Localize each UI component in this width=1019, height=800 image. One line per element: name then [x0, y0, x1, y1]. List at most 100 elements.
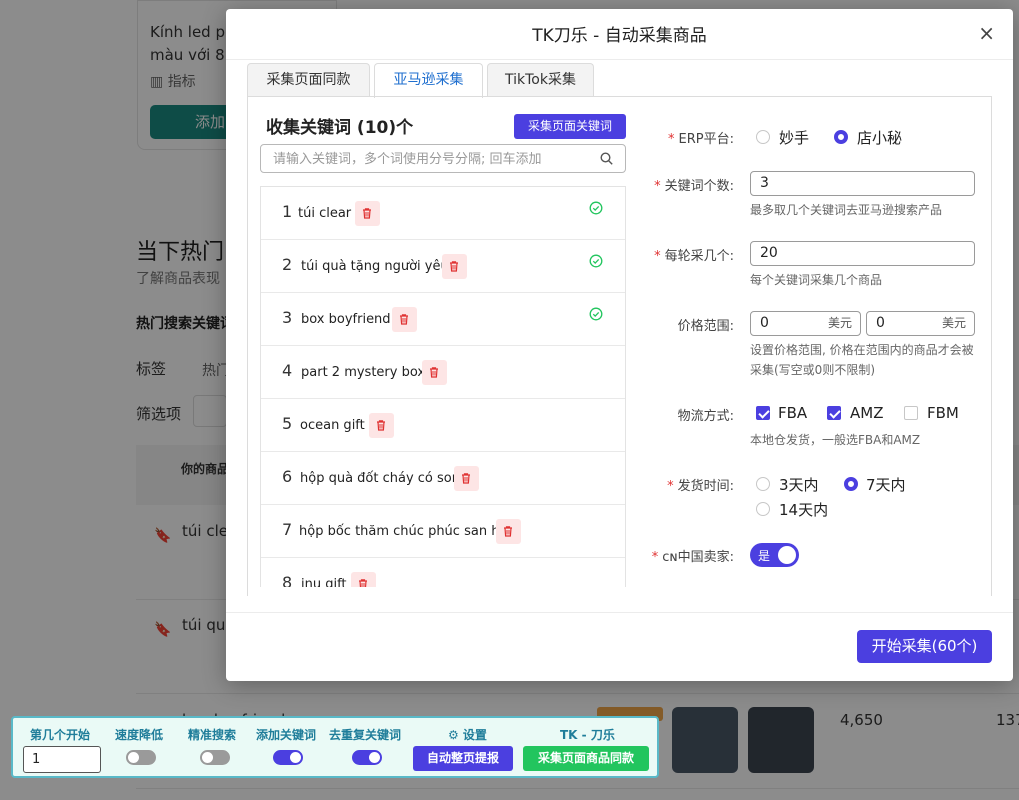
per-round-input[interactable]: 20 — [750, 241, 975, 266]
fba-checkbox[interactable] — [756, 406, 770, 420]
ship-radio-3d[interactable] — [756, 477, 770, 491]
amz-checkbox[interactable] — [827, 406, 841, 420]
ship-time-label: * 发货时间: — [667, 479, 734, 494]
keyword-text: hộp bốc thăm chúc phúc san hô — [299, 524, 508, 539]
price-max-input[interactable]: 0 美元 — [866, 311, 975, 336]
start-index-label: 第几个开始 — [30, 728, 91, 742]
erp-option-dianxiaomi[interactable]: 店小秘 — [857, 127, 902, 148]
divider — [226, 59, 1013, 60]
close-icon[interactable]: × — [978, 21, 995, 45]
check-circle-icon — [589, 201, 603, 215]
erp-radio-dianxiaomi[interactable] — [834, 130, 848, 144]
keyword-text: túi quà tặng người yêu — [301, 259, 449, 274]
tab-tiktok[interactable]: TikTok采集 — [487, 63, 594, 97]
ship-option-3d[interactable]: 3天内 — [779, 474, 819, 495]
search-icon[interactable] — [600, 152, 613, 165]
keyword-item: 5 ocean gift — [261, 399, 625, 452]
keyword-count-label: * 关键词个数: — [654, 179, 734, 194]
tab-amazon[interactable]: 亚马逊采集 — [374, 63, 483, 98]
erp-radio-miaoshou[interactable] — [756, 130, 770, 144]
check-circle-icon — [589, 307, 603, 321]
price-max-value: 0 — [876, 315, 885, 331]
price-min-input[interactable]: 0 美元 — [750, 311, 861, 336]
price-range-label: 价格范围: — [677, 319, 734, 334]
keyword-text: ocean gift — [300, 418, 365, 433]
keyword-list: 1 túi clear 2 túi quà tặng người yêu 3 b… — [260, 186, 626, 587]
trash-icon[interactable] — [454, 466, 479, 491]
per-round-hint: 每个关键词采集几个商品 — [750, 273, 883, 287]
fba-label[interactable]: FBA — [778, 404, 807, 422]
keyword-number: 5 — [282, 414, 293, 433]
check-circle-icon — [589, 254, 603, 268]
modal-title: TK刀乐 - 自动采集商品 — [532, 26, 707, 46]
trash-icon[interactable] — [392, 307, 417, 332]
keyword-text: inu gift — [301, 577, 347, 587]
keyword-number: 3 — [282, 308, 293, 327]
keyword-item: 1 túi clear — [261, 187, 625, 240]
switch-knob — [778, 546, 796, 564]
trash-icon[interactable] — [442, 254, 467, 279]
trash-icon[interactable] — [355, 201, 380, 226]
dedup-keyword-toggle[interactable] — [352, 750, 382, 765]
keyword-item: 2 túi quà tặng người yêu — [261, 240, 625, 293]
erp-option-miaoshou[interactable]: 妙手 — [779, 127, 809, 148]
auto-submit-button[interactable]: 自动整页提报 — [413, 746, 513, 771]
logistics-label: 物流方式: — [677, 409, 734, 424]
keyword-item: 4 part 2 mystery box — [261, 346, 625, 399]
keyword-text: túi clear — [298, 206, 352, 221]
per-round-label: * 每轮采几个: — [654, 249, 734, 264]
ship-radio-14d[interactable] — [756, 502, 770, 516]
trash-icon[interactable] — [496, 519, 521, 544]
fbm-label[interactable]: FBM — [927, 404, 959, 422]
trash-icon[interactable] — [369, 413, 394, 438]
keyword-number: 2 — [282, 255, 293, 274]
dedup-keyword-label: 去重复关键词 — [329, 728, 402, 742]
logistics-hint: 本地仓发货，一般选FBA和AMZ — [750, 433, 921, 447]
keyword-number: 1 — [282, 202, 293, 221]
ship-radio-7d[interactable] — [844, 477, 858, 491]
price-min-value: 0 — [760, 315, 769, 331]
fbm-checkbox[interactable] — [904, 406, 918, 420]
cn-seller-label: * ᴄɴ中国卖家: — [651, 550, 734, 565]
precise-search-toggle[interactable] — [200, 750, 230, 765]
keyword-item: 3 box boyfriend — [261, 293, 625, 346]
keyword-text: hộp quà đốt cháy có son — [300, 471, 460, 486]
add-keyword-label: 添加关键词 — [256, 728, 317, 742]
collect-same-button[interactable]: 采集页面商品同款 — [523, 746, 649, 771]
plugin-toolbar: 第几个开始 1 速度降低 精准搜索 添加关键词 去重复关键词 ⚙ 设置 自动整页… — [11, 716, 659, 778]
start-collect-button[interactable]: 开始采集(60个) — [857, 630, 992, 663]
settings-label[interactable]: ⚙ 设置 — [448, 726, 487, 743]
trash-icon[interactable] — [422, 360, 447, 385]
keyword-item: 6 hộp quà đốt cháy có son — [261, 452, 625, 505]
add-keyword-toggle[interactable] — [273, 750, 303, 765]
keyword-item: 7 hộp bốc thăm chúc phúc san hô — [261, 505, 625, 558]
price-unit: 美元 — [827, 316, 852, 330]
switch-text: 是 — [758, 549, 771, 563]
keyword-number: 8 — [282, 573, 293, 587]
price-range-hint: 设置价格范围, 价格在范围内的商品才会被采集(写空或0则不限制) — [750, 343, 974, 377]
keyword-count-input[interactable]: 3 — [750, 171, 975, 196]
keyword-number: 7 — [282, 520, 293, 539]
cn-seller-switch[interactable]: 是 — [750, 543, 799, 567]
ship-option-7d[interactable]: 7天内 — [866, 474, 906, 495]
ship-option-14d[interactable]: 14天内 — [779, 499, 828, 520]
erp-label: * ERP平台: — [668, 132, 734, 147]
keyword-number: 6 — [282, 467, 293, 486]
start-index-input[interactable]: 1 — [23, 746, 101, 773]
keyword-text: box boyfriend — [301, 312, 391, 327]
keywords-title: 收集关键词 (10)个 — [266, 118, 414, 138]
collect-modal: TK刀乐 - 自动采集商品 × 采集页面同款 亚马逊采集 TikTok采集 收集… — [226, 9, 1013, 681]
amz-label[interactable]: AMZ — [850, 404, 883, 422]
keyword-input[interactable] — [273, 149, 591, 169]
brand-label: TK - 刀乐 — [560, 728, 615, 742]
slow-speed-toggle[interactable] — [126, 750, 156, 765]
tab-page-same[interactable]: 采集页面同款 — [247, 63, 370, 97]
trash-icon[interactable] — [351, 572, 376, 587]
keyword-search-box[interactable] — [260, 144, 626, 173]
divider — [226, 612, 1013, 613]
keyword-text: part 2 mystery box — [301, 365, 426, 380]
keyword-item: 8 inu gift — [261, 558, 625, 587]
keyword-number: 4 — [282, 361, 293, 380]
slow-speed-label: 速度降低 — [115, 728, 164, 742]
precise-search-label: 精准搜索 — [188, 728, 237, 742]
